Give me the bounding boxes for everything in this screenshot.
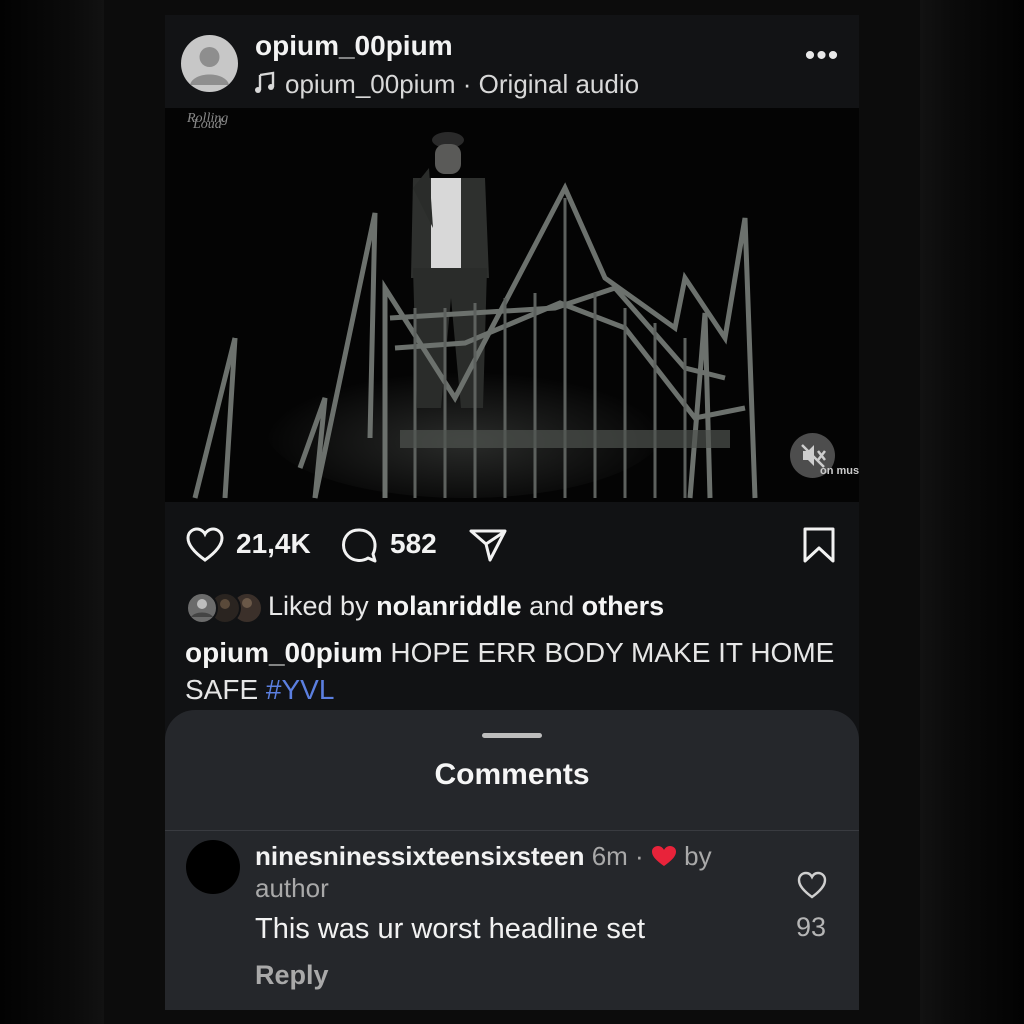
liked-by-user[interactable]: nolanriddle <box>376 591 522 621</box>
like-heart-icon[interactable] <box>797 871 827 899</box>
liked-by-avatars[interactable] <box>185 590 263 626</box>
reply-button[interactable]: Reply <box>255 960 329 991</box>
comment-like-count: 93 <box>795 912 827 942</box>
default-avatar-icon <box>190 47 229 85</box>
comment-by-author: author <box>255 873 329 903</box>
more-icon[interactable]: ••• <box>800 41 844 78</box>
music-note-icon <box>255 71 275 93</box>
bookmark-icon[interactable] <box>802 526 836 564</box>
video-frame: Rolling Loud <box>165 108 859 502</box>
comment-count[interactable]: 582 <box>390 528 437 560</box>
sheet-drag-handle[interactable] <box>482 733 542 738</box>
comment-icon[interactable] <box>340 526 378 564</box>
background-right <box>920 0 1024 1024</box>
share-icon[interactable] <box>468 527 508 563</box>
comment-separator: · <box>627 841 651 871</box>
comment-username[interactable]: ninesninessixteensixsteen <box>255 841 584 871</box>
post-author-avatar[interactable] <box>181 35 238 92</box>
sheet-divider <box>165 830 859 831</box>
svg-text:Loud: Loud <box>192 117 223 132</box>
comment-text: This was ur worst headline set <box>255 913 646 945</box>
post-username[interactable]: opium_00pium <box>255 30 453 62</box>
comment-by: by <box>676 841 712 871</box>
caption-username[interactable]: opium_00pium <box>185 637 383 668</box>
background-left <box>0 0 104 1024</box>
comment-time: 6m <box>584 841 628 871</box>
like-count[interactable]: 21,4K <box>236 528 311 560</box>
liked-by-others[interactable]: others <box>582 591 665 621</box>
liked-by-text[interactable]: Liked by nolanriddle and others <box>268 591 664 622</box>
post-video[interactable]: Rolling Loud <box>165 108 859 502</box>
comment-avatar[interactable] <box>186 840 240 894</box>
author-liked-heart-icon <box>651 846 676 866</box>
post-caption: opium_00pium HOPE ERR BODY MAKE IT HOME … <box>185 634 835 708</box>
comments-title: Comments <box>434 758 590 791</box>
liked-by-middle: and <box>521 591 582 621</box>
heart-icon[interactable] <box>186 527 224 563</box>
caption-hashtag[interactable]: #YVL <box>266 674 335 705</box>
audio-label[interactable]: opium_00pium · Original audio <box>285 69 639 100</box>
avatar-stack <box>186 592 263 624</box>
video-watermark: on mus <box>820 465 860 477</box>
comment-header: ninesninessixteensixsteen 6m · by <box>255 841 712 872</box>
liked-by-prefix: Liked by <box>268 591 377 621</box>
